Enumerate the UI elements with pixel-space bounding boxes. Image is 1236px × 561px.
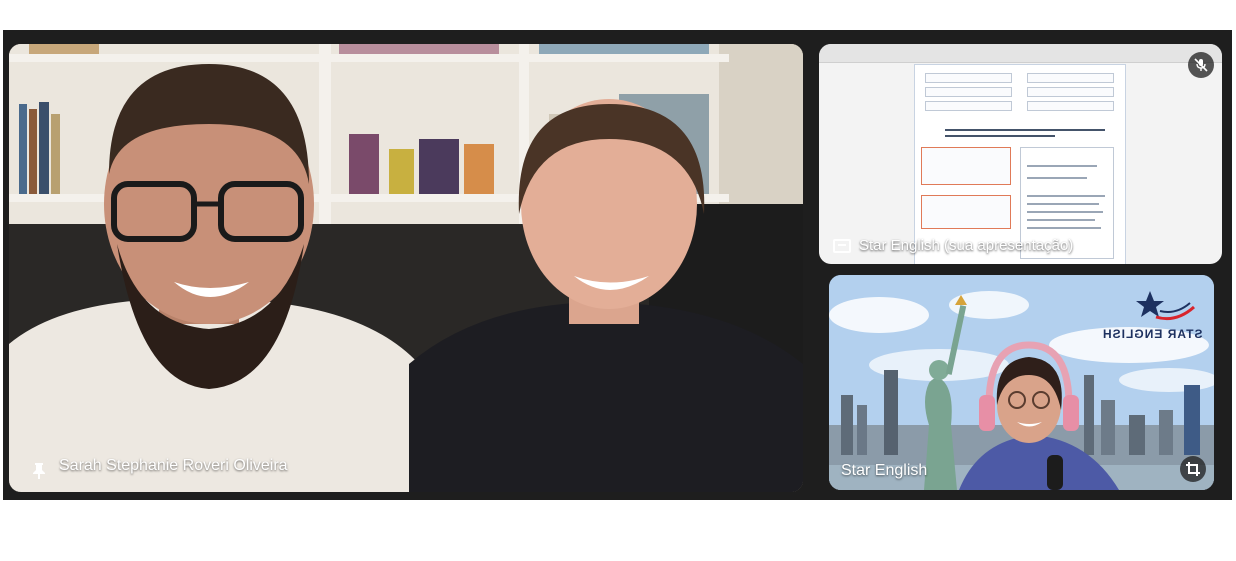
- participant-tile-main[interactable]: Sarah Stephanie Roveri Oliveira: [9, 44, 803, 492]
- presentation-label: Star English (sua apresentação): [833, 237, 1073, 254]
- star-english-logo-text: STAR ENGLISH: [1101, 327, 1202, 341]
- participant-name-main: Sarah Stephanie Roveri Oliveira: [59, 457, 288, 474]
- main-video-scene: [9, 44, 803, 492]
- present-to-all-icon: [833, 238, 851, 253]
- presentation-tile[interactable]: Star English (sua apresentação): [819, 44, 1222, 264]
- participant-name-star-english: Star English: [841, 462, 928, 479]
- participant-tile-star-english[interactable]: STAR ENGLISH Star English: [829, 275, 1214, 490]
- shared-document: [914, 64, 1126, 264]
- pin-icon[interactable]: [31, 462, 47, 480]
- star-english-logo-icon: [1136, 291, 1195, 321]
- video-grid: Sarah Stephanie Roveri Oliveira Star Eng…: [3, 30, 1232, 500]
- browser-toolbar-screenshare: [819, 44, 1222, 63]
- presentation-label-text: Star English (sua apresentação): [859, 237, 1074, 254]
- mic-off-icon[interactable]: [1188, 52, 1214, 78]
- crop-icon[interactable]: [1180, 456, 1206, 482]
